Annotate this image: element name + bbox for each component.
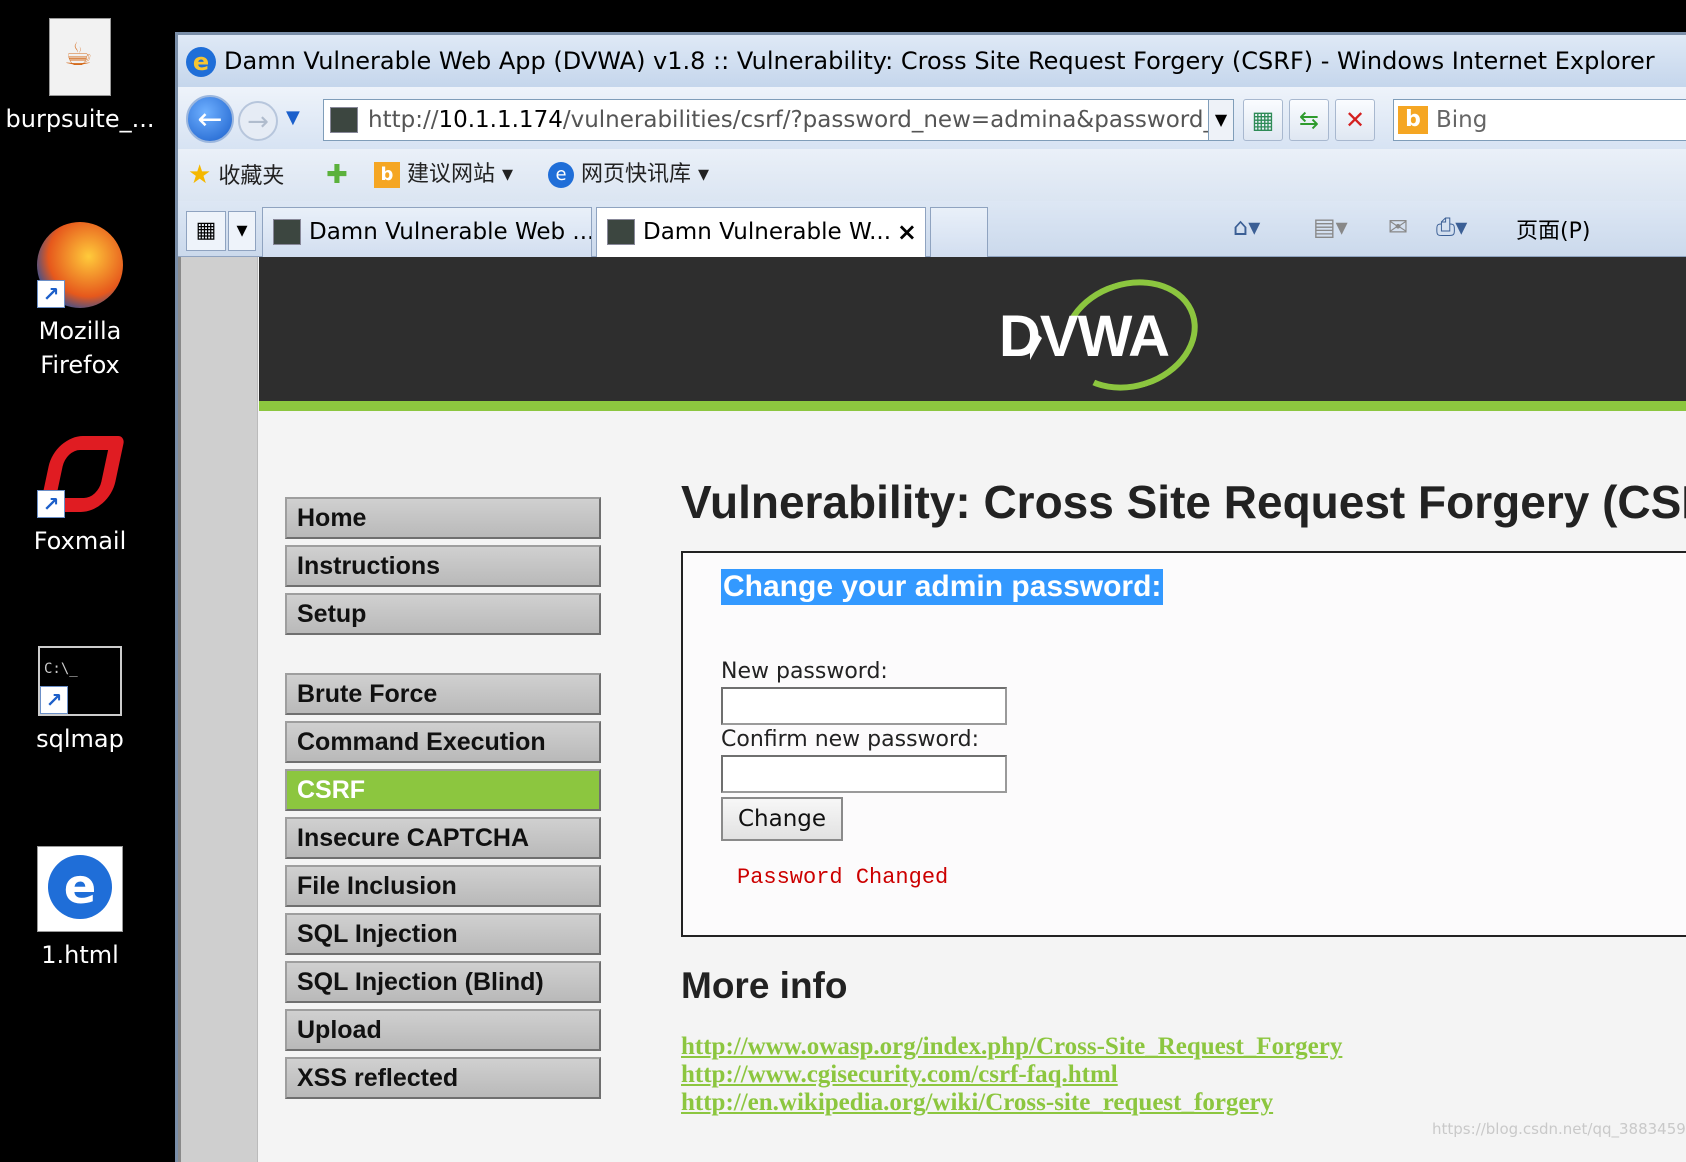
menu-home[interactable]: Home	[285, 497, 601, 539]
mail-icon[interactable]: ✉	[1388, 213, 1408, 241]
tab-label: Damn Vulnerable Web ...	[309, 219, 592, 245]
menu-sql-injection[interactable]: SQL Injection	[285, 913, 601, 955]
window-titlebar[interactable]: e Damn Vulnerable Web App (DVWA) v1.8 ::…	[178, 35, 1686, 87]
dvwa-header: DVWA	[259, 257, 1686, 411]
favorites-bar: ★ 收藏夹 ✚ b 建议网站 ▾ e 网页快讯库 ▾	[178, 149, 1686, 201]
desktop-icon-html-file[interactable]: e 1.html	[0, 846, 160, 972]
new-password-field[interactable]	[721, 687, 1007, 725]
browser-window: e Damn Vulnerable Web App (DVWA) v1.8 ::…	[175, 32, 1686, 1162]
confirm-password-field[interactable]	[721, 755, 1007, 793]
forward-button[interactable]: →	[238, 101, 278, 141]
desktop-icon-label: Mozilla Firefox	[38, 317, 122, 379]
menu-upload[interactable]: Upload	[285, 1009, 601, 1051]
java-file-icon: ☕	[49, 18, 111, 96]
compatibility-view-button[interactable]: ▦	[1243, 99, 1283, 141]
address-prefix: http://	[368, 107, 439, 133]
favorites-button[interactable]: ★ 收藏夹	[188, 149, 284, 203]
address-host: 10.1.1.174	[438, 107, 563, 133]
bing-icon: b	[374, 162, 400, 188]
menu-xss-reflected[interactable]: XSS reflected	[285, 1057, 601, 1099]
tab-list-dropdown[interactable]: ▾	[228, 211, 256, 251]
suggested-sites-button[interactable]: b 建议网站 ▾	[374, 149, 513, 201]
add-favorite-icon: ✚	[326, 160, 348, 190]
chevron-down-icon: ▾	[502, 162, 514, 187]
ie-page-icon: e	[548, 162, 574, 188]
dvwa-favicon-icon	[330, 107, 358, 133]
firefox-icon: ↗	[37, 222, 123, 308]
bing-logo-icon: b	[1398, 106, 1428, 134]
recent-pages-dropdown[interactable]: ▼	[286, 107, 300, 128]
link-owasp[interactable]: http://www.owasp.org/index.php/Cross-Sit…	[681, 1033, 1342, 1061]
dvwa-favicon-icon	[273, 219, 301, 245]
foxmail-icon: ↗	[37, 432, 126, 518]
confirm-password-label: Confirm new password:	[721, 727, 980, 752]
tab-label: Damn Vulnerable W...	[643, 219, 892, 245]
more-info-heading: More info	[681, 965, 848, 1006]
menu-sql-injection-blind[interactable]: SQL Injection (Blind)	[285, 961, 601, 1003]
stop-button[interactable]: ✕	[1335, 99, 1375, 141]
web-slice-label: 网页快讯库	[581, 162, 692, 187]
ie-logo-icon: e	[186, 47, 216, 77]
home-icon[interactable]: ⌂▾	[1233, 213, 1260, 241]
feeds-icon[interactable]: ▤▾	[1313, 213, 1348, 241]
menu-csrf[interactable]: CSRF	[285, 769, 601, 811]
ie-file-icon: e	[37, 846, 123, 932]
desktop-icon-foxmail[interactable]: ↗ Foxmail	[0, 432, 160, 558]
address-path: /vulnerabilities/csrf/?password_new=admi…	[562, 107, 1233, 133]
page-menu[interactable]: 页面(P)	[1516, 213, 1590, 245]
tab-bar: ▦ ▾ Damn Vulnerable Web ... Damn Vulnera…	[178, 201, 1686, 257]
favorites-label: 收藏夹	[218, 164, 285, 189]
desktop-icon-firefox[interactable]: ↗ Mozilla Firefox	[0, 222, 160, 382]
link-wikipedia[interactable]: http://en.wikipedia.org/wiki/Cross-site_…	[681, 1089, 1273, 1117]
page-title: Vulnerability: Cross Site Request Forger…	[681, 476, 1686, 528]
status-message: Password Changed	[737, 865, 949, 890]
menu-file-inclusion[interactable]: File Inclusion	[285, 865, 601, 907]
page-left-gutter	[181, 257, 258, 1162]
new-password-label: New password:	[721, 659, 888, 684]
shortcut-arrow-icon: ↗	[37, 280, 65, 308]
navigation-bar: ← → ▼ http://10.1.1.174/vulnerabilities/…	[178, 87, 1686, 149]
new-tab-button[interactable]	[930, 207, 988, 257]
menu-insecure-captcha[interactable]: Insecure CAPTCHA	[285, 817, 601, 859]
shortcut-arrow-icon: ↗	[40, 686, 68, 714]
dvwa-favicon-icon	[607, 219, 635, 245]
watermark: https://blog.csdn.net/qq_38834590	[1432, 1120, 1686, 1138]
suggested-sites-label: 建议网站	[407, 162, 496, 187]
chevron-down-icon: ▾	[698, 162, 710, 187]
favorites-star-icon: ★	[188, 160, 212, 190]
mouse-cursor-icon	[1030, 328, 1042, 360]
menu-brute-force[interactable]: Brute Force	[285, 673, 601, 715]
csrf-form-box: Change your admin password: New password…	[681, 551, 1686, 937]
address-bar[interactable]: http://10.1.1.174/vulnerabilities/csrf/?…	[323, 99, 1233, 141]
desktop-icon-label: Foxmail	[33, 527, 127, 555]
change-button[interactable]: Change	[721, 797, 843, 841]
desktop-icon-label: burpsuite_...	[5, 105, 155, 133]
desktop-icon-burpsuite[interactable]: ☕ burpsuite_...	[0, 18, 160, 136]
close-tab-icon[interactable]: ×	[897, 208, 917, 256]
desktop-icon-sqlmap[interactable]: C:\_ ↗ sqlmap	[0, 646, 160, 756]
menu-command-execution[interactable]: Command Execution	[285, 721, 601, 763]
shortcut-arrow-icon: ↗	[37, 490, 65, 518]
search-input[interactable]: b Bing	[1393, 99, 1686, 141]
form-heading: Change your admin password:	[721, 569, 1164, 605]
menu-instructions[interactable]: Instructions	[285, 545, 601, 587]
desktop-icon-label: sqlmap	[36, 725, 124, 753]
add-to-favorites-bar-button[interactable]: ✚	[326, 149, 348, 203]
window-title: Damn Vulnerable Web App (DVWA) v1.8 :: V…	[224, 47, 1655, 75]
console-icon: C:\_ ↗	[38, 646, 122, 716]
web-slice-gallery-button[interactable]: e 网页快讯库 ▾	[548, 149, 709, 201]
refresh-button[interactable]: ⇆	[1289, 99, 1329, 141]
dvwa-logo[interactable]: DVWA	[999, 262, 1213, 408]
quick-tabs-button[interactable]: ▦	[186, 211, 226, 251]
menu-setup[interactable]: Setup	[285, 593, 601, 635]
search-placeholder: Bing	[1436, 107, 1488, 133]
desktop-icon-label: 1.html	[41, 941, 119, 969]
tab-dvwa-1[interactable]: Damn Vulnerable Web ...	[262, 207, 592, 257]
tab-dvwa-2[interactable]: Damn Vulnerable W... ×	[596, 207, 926, 257]
back-button[interactable]: ←	[186, 95, 234, 143]
link-cgisecurity[interactable]: http://www.cgisecurity.com/csrf-faq.html	[681, 1061, 1118, 1089]
address-dropdown-button[interactable]: ▼	[1208, 99, 1234, 141]
page-content: DVWA Home Instructions Setup Brute Force…	[178, 257, 1686, 1162]
print-icon[interactable]: ⎙▾	[1436, 213, 1467, 241]
